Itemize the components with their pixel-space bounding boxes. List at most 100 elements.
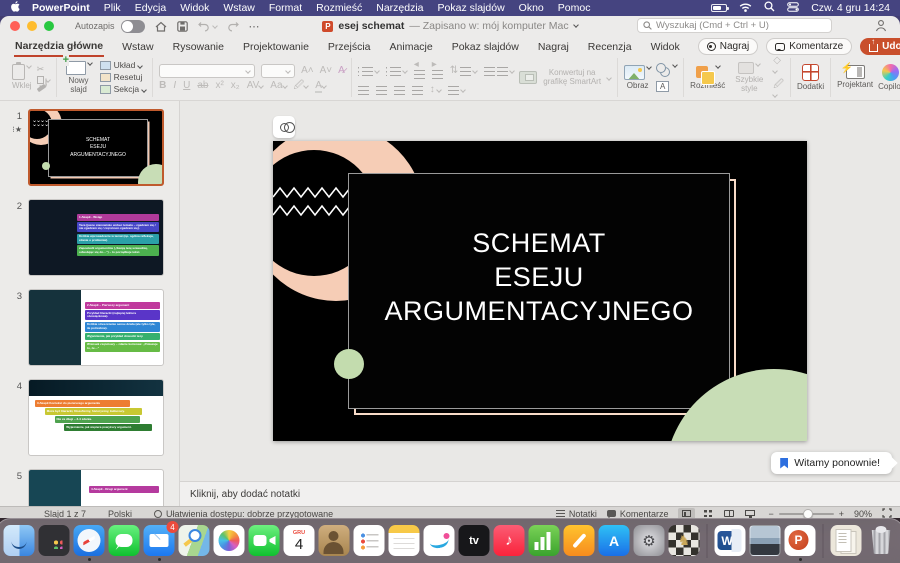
dock-tv[interactable]: tv xyxy=(459,525,490,556)
dock-downloads[interactable] xyxy=(831,525,862,556)
copilot-button[interactable]: Copilot xyxy=(878,64,900,92)
new-slide-button[interactable]: Nowy slajd xyxy=(63,61,95,95)
font-name-select[interactable] xyxy=(159,64,255,78)
section-button[interactable]: Sekcja xyxy=(100,85,147,94)
dock-contacts[interactable] xyxy=(319,525,350,556)
shapes-button[interactable] xyxy=(656,63,677,77)
line-spacing-button[interactable]: ⇅ xyxy=(450,66,477,76)
paste-button[interactable]: Wklej xyxy=(12,64,32,91)
quick-styles-button[interactable]: Szybkie style xyxy=(730,62,768,94)
dock-mail[interactable]: 4 xyxy=(144,525,175,556)
menu-plik[interactable]: Plik xyxy=(104,2,121,14)
decrease-indent-button[interactable]: ◂ xyxy=(414,60,425,82)
record-button[interactable]: Nagraj xyxy=(698,38,758,55)
apple-menu-icon[interactable] xyxy=(10,0,22,16)
character-spacing-button[interactable]: AV xyxy=(247,81,264,91)
autosave-toggle[interactable] xyxy=(121,20,145,33)
text-direction-button[interactable]: ↕ xyxy=(430,85,441,95)
control-center-icon[interactable] xyxy=(787,2,799,15)
dock-pages[interactable] xyxy=(564,525,595,556)
save-icon[interactable] xyxy=(177,21,188,32)
spotlight-search-icon[interactable] xyxy=(764,1,775,15)
italic-button[interactable]: I xyxy=(173,81,176,91)
font-color-button[interactable]: A xyxy=(315,81,326,91)
dock-settings[interactable]: ⚙ xyxy=(634,525,665,556)
superscript-button[interactable]: x² xyxy=(215,81,223,91)
text-box-button[interactable]: A xyxy=(656,81,669,92)
accessibility-status[interactable]: Ułatwienia dostępu: dobrze przygotowane xyxy=(154,509,333,519)
reset-button[interactable]: Resetuj xyxy=(100,73,147,82)
undo-icon[interactable] xyxy=(198,21,217,32)
slide-sorter-view-button[interactable] xyxy=(699,508,716,519)
shape-outline-button[interactable]: 🖉 xyxy=(773,80,784,100)
dock-trash[interactable] xyxy=(866,525,897,556)
subscript-button[interactable]: x₂ xyxy=(231,81,240,91)
zoom-in-button[interactable]: + xyxy=(839,509,844,519)
increase-indent-button[interactable]: ▸ xyxy=(432,60,443,82)
align-left-button[interactable] xyxy=(358,86,369,95)
bullets-button[interactable] xyxy=(358,67,379,76)
font-size-select[interactable] xyxy=(261,64,295,78)
dock-maps[interactable] xyxy=(179,525,210,556)
menu-edycja[interactable]: Edycja xyxy=(135,2,167,14)
justify-button[interactable] xyxy=(412,86,423,95)
tab-rysowanie[interactable]: Rysowanie xyxy=(172,38,225,56)
picture-button[interactable]: Obraz xyxy=(624,65,651,91)
fit-slide-button[interactable] xyxy=(882,508,892,519)
clear-formatting-button[interactable]: A̷ xyxy=(338,66,345,76)
shape-fill-button[interactable]: ◇ xyxy=(773,56,784,76)
designer-button[interactable]: Projektant xyxy=(837,65,873,90)
tab-narzedzia-glowne[interactable]: Narzędzia główne xyxy=(14,37,104,57)
tab-animacje[interactable]: Animacje xyxy=(389,38,434,56)
layout-button[interactable]: Układ xyxy=(100,61,147,70)
zoom-level[interactable]: 90% xyxy=(854,509,872,519)
align-right-button[interactable] xyxy=(394,86,405,95)
dock-finder[interactable] xyxy=(4,525,35,556)
dock-minimized-window[interactable] xyxy=(750,525,781,556)
menu-narzedzia[interactable]: Narzędzia xyxy=(376,2,423,14)
tab-widok[interactable]: Widok xyxy=(650,38,681,56)
dock-facetime[interactable] xyxy=(249,525,280,556)
tab-pokaz-slajdow[interactable]: Pokaz slajdów xyxy=(451,38,520,56)
menu-widok[interactable]: Widok xyxy=(180,2,209,14)
dock-chess[interactable]: ♞ xyxy=(669,525,700,556)
dock-powerpoint[interactable] xyxy=(785,525,816,556)
share-button[interactable]: Udostępnij xyxy=(860,38,900,55)
notes-toggle[interactable]: Notatki xyxy=(556,509,597,519)
notes-pane[interactable]: Kliknij, aby dodać notatki xyxy=(180,481,900,506)
slide-copilot-button[interactable] xyxy=(273,116,295,138)
search-input[interactable]: Wyszukaj (Cmd + Ctrl + U) xyxy=(637,18,832,33)
bold-button[interactable]: B xyxy=(159,81,166,91)
dock-photos[interactable] xyxy=(214,525,245,556)
decrease-font-size-button[interactable]: A˅ xyxy=(320,66,333,76)
align-text-button[interactable] xyxy=(448,86,465,95)
dock-numbers[interactable] xyxy=(529,525,560,556)
comments-button[interactable]: Komentarze xyxy=(766,38,852,55)
menu-okno[interactable]: Okno xyxy=(519,2,544,14)
slide-title-textbox[interactable]: SCHEMAT ESEJU ARGUMENTACYJNEGO xyxy=(348,173,730,409)
dock-calendar[interactable]: GRU4 xyxy=(284,525,315,556)
change-case-button[interactable]: Aa xyxy=(270,81,286,91)
dock-reminders[interactable] xyxy=(354,525,385,556)
slideshow-button[interactable] xyxy=(741,508,758,519)
tab-recenzja[interactable]: Recenzja xyxy=(587,38,633,56)
addins-button[interactable]: Dodatki xyxy=(797,64,824,92)
minimize-window-button[interactable] xyxy=(27,21,37,31)
tab-wstaw[interactable]: Wstaw xyxy=(121,38,155,56)
document-title[interactable]: esej schemat xyxy=(338,20,404,32)
battery-icon[interactable] xyxy=(711,4,727,12)
dock-messages[interactable] xyxy=(109,525,140,556)
convert-smartart-button[interactable]: Konwertuj na grafikę SmartArt xyxy=(519,69,611,87)
menu-wstaw[interactable]: Wstaw xyxy=(223,2,255,14)
home-icon[interactable] xyxy=(155,21,167,32)
tab-przejscia[interactable]: Przejścia xyxy=(327,38,372,56)
dock-appstore[interactable]: A xyxy=(599,525,630,556)
menu-format[interactable]: Format xyxy=(269,2,302,14)
align-center-button[interactable] xyxy=(376,86,387,95)
slide-1-thumbnail[interactable]: ⌄⌄⌄⌄⌄⌄⌄⌄ SCHEMAT ESEJU ARGUMENTACYJNEGO xyxy=(28,109,164,186)
menu-app-name[interactable]: PowerPoint xyxy=(32,2,90,14)
arrange-button[interactable]: Rozmieść xyxy=(690,64,725,91)
menu-pomoc[interactable]: Pomoc xyxy=(558,2,591,14)
doc-title-chevron-icon[interactable] xyxy=(573,22,579,28)
wifi-icon[interactable] xyxy=(739,2,752,15)
